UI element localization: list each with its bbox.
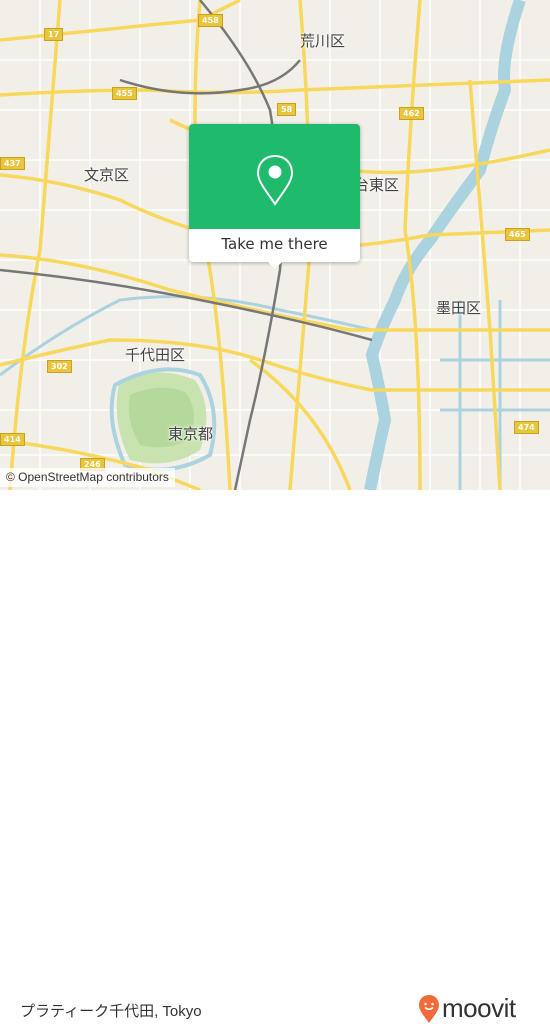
map-label-taito: 台東区 bbox=[354, 176, 400, 194]
popup-pointer bbox=[267, 261, 283, 269]
popup-header bbox=[189, 124, 360, 229]
moovit-pin-icon bbox=[419, 994, 439, 1023]
map-label-chiyoda: 千代田区 bbox=[125, 346, 186, 364]
place-name: プラティーク千代田, Tokyo bbox=[20, 1003, 202, 1020]
route-shield: 474 bbox=[514, 421, 539, 434]
route-shield: 17 bbox=[44, 28, 64, 41]
map-label-arakawa: 荒川区 bbox=[300, 32, 346, 50]
moovit-brand: moovit bbox=[442, 993, 516, 1023]
route-shield: 437 bbox=[0, 157, 25, 170]
osm-attribution[interactable]: © OpenStreetMap contributors bbox=[0, 468, 175, 487]
route-shield: 462 bbox=[399, 107, 424, 120]
map-label-tokyo: 東京都 bbox=[168, 425, 214, 443]
footer: プラティーク千代田, Tokyo moovit bbox=[0, 490, 550, 1023]
route-shield: 458 bbox=[198, 14, 223, 27]
map-label-bunkyo: 文京区 bbox=[84, 166, 130, 184]
map[interactable]: 荒川区 文京区 台東区 墨田区 千代田区 東京都 458 17 455 58 4… bbox=[0, 0, 550, 490]
take-me-there-button[interactable]: Take me there bbox=[189, 235, 360, 253]
route-shield: 58 bbox=[277, 103, 297, 116]
map-pin-icon bbox=[256, 154, 294, 206]
moovit-logo[interactable]: moovit bbox=[418, 993, 516, 1024]
route-shield: 455 bbox=[112, 87, 137, 100]
sumida-river bbox=[364, 0, 526, 490]
map-label-sumida: 墨田区 bbox=[436, 299, 482, 317]
route-shield: 465 bbox=[505, 228, 530, 241]
route-shield: 302 bbox=[47, 360, 72, 373]
location-popup: Take me there bbox=[189, 124, 360, 269]
route-shield: 414 bbox=[0, 433, 25, 446]
